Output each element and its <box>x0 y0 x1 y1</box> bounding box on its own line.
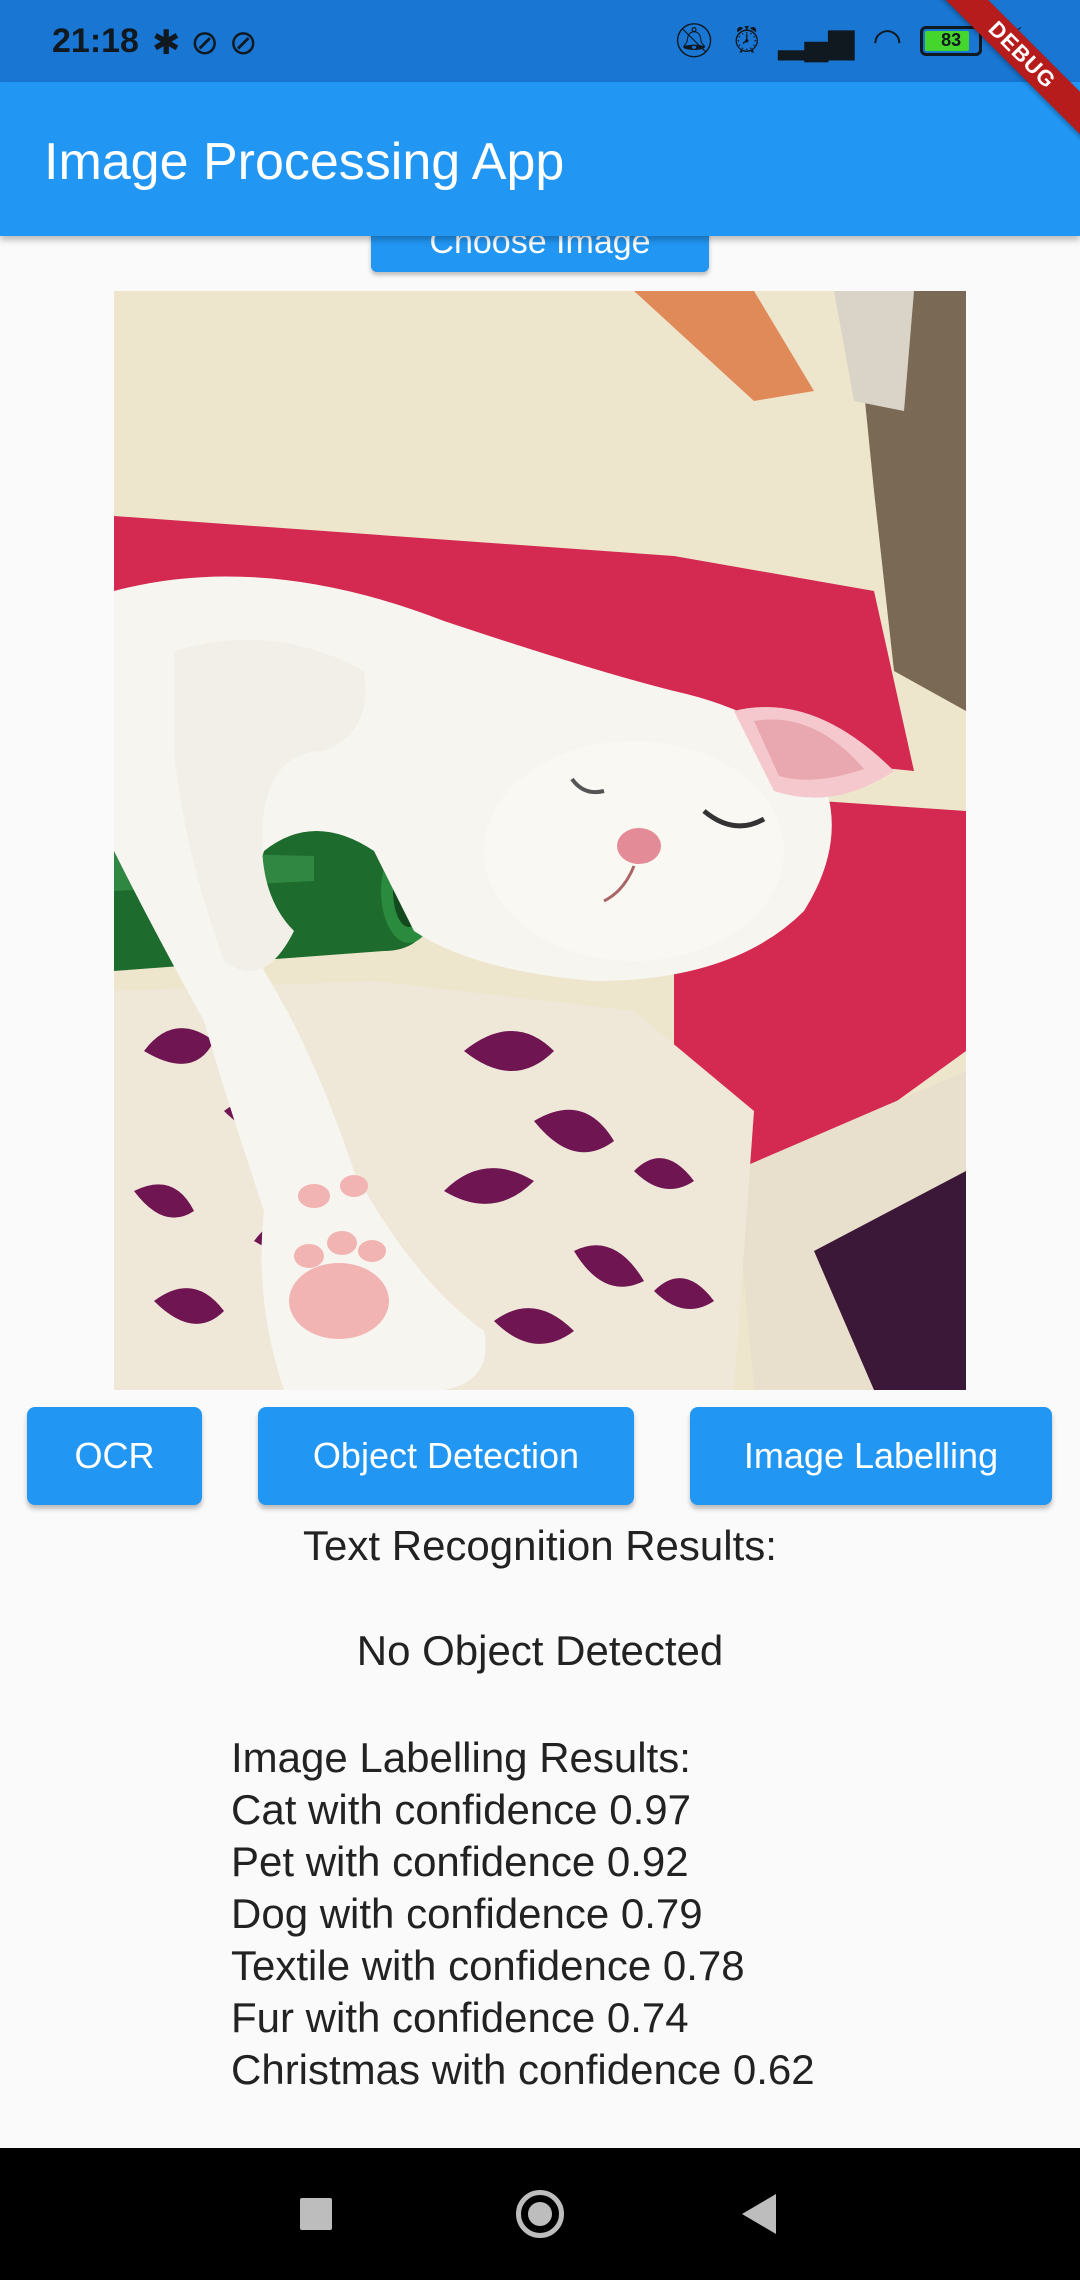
app-bar: Image Processing App <box>0 82 1080 236</box>
ocr-button[interactable]: OCR <box>27 1407 202 1505</box>
sync-icon: ⊘ <box>190 24 220 62</box>
image-labelling-results: Image Labelling Results: Cat with confid… <box>231 1732 815 2096</box>
recents-icon[interactable] <box>300 2198 332 2230</box>
status-bar: 21:18 ✱ ⊘ ⊘ 🔕︎ ⏰︎ ▂▄▆ ◠ 83 ⚡︎ <box>0 0 1080 82</box>
battery-percent: 83 <box>941 30 962 50</box>
bluetooth-icon: ✱ <box>152 24 181 62</box>
label-result: Cat with confidence 0.97 <box>231 1786 691 1833</box>
sync-icon: ⊘ <box>229 24 258 62</box>
home-icon[interactable] <box>516 2190 564 2238</box>
system-nav-bar <box>0 2148 1080 2280</box>
ocr-results-heading: Text Recognition Results: <box>303 1522 777 1569</box>
object-detection-result: No Object Detected <box>356 1627 724 1674</box>
status-time: 21:18 <box>52 22 139 60</box>
wifi-icon: ◠ <box>872 22 903 60</box>
label-result: Dog with confidence 0.79 <box>231 1890 703 1937</box>
object-detection-button[interactable]: Object Detection <box>258 1407 634 1505</box>
labelling-results-heading: Image Labelling Results: <box>231 1734 691 1781</box>
app-title: Image Processing App <box>44 133 565 191</box>
battery-icon: 83 <box>920 26 983 56</box>
label-result: Textile with confidence 0.78 <box>231 1942 745 1989</box>
alarm-icon: ⏰︎ <box>733 22 761 60</box>
signal-icon: ▂▄▆ <box>778 22 855 60</box>
label-result: Christmas with confidence 0.62 <box>231 2046 815 2093</box>
mute-icon: 🔕︎ <box>672 22 716 60</box>
label-result: Fur with confidence 0.74 <box>231 1994 689 2041</box>
back-icon[interactable] <box>742 2194 776 2234</box>
image-labelling-button[interactable]: Image Labelling <box>690 1407 1052 1505</box>
label-result: Pet with confidence 0.92 <box>231 1838 689 1885</box>
selected-image <box>114 291 966 1390</box>
